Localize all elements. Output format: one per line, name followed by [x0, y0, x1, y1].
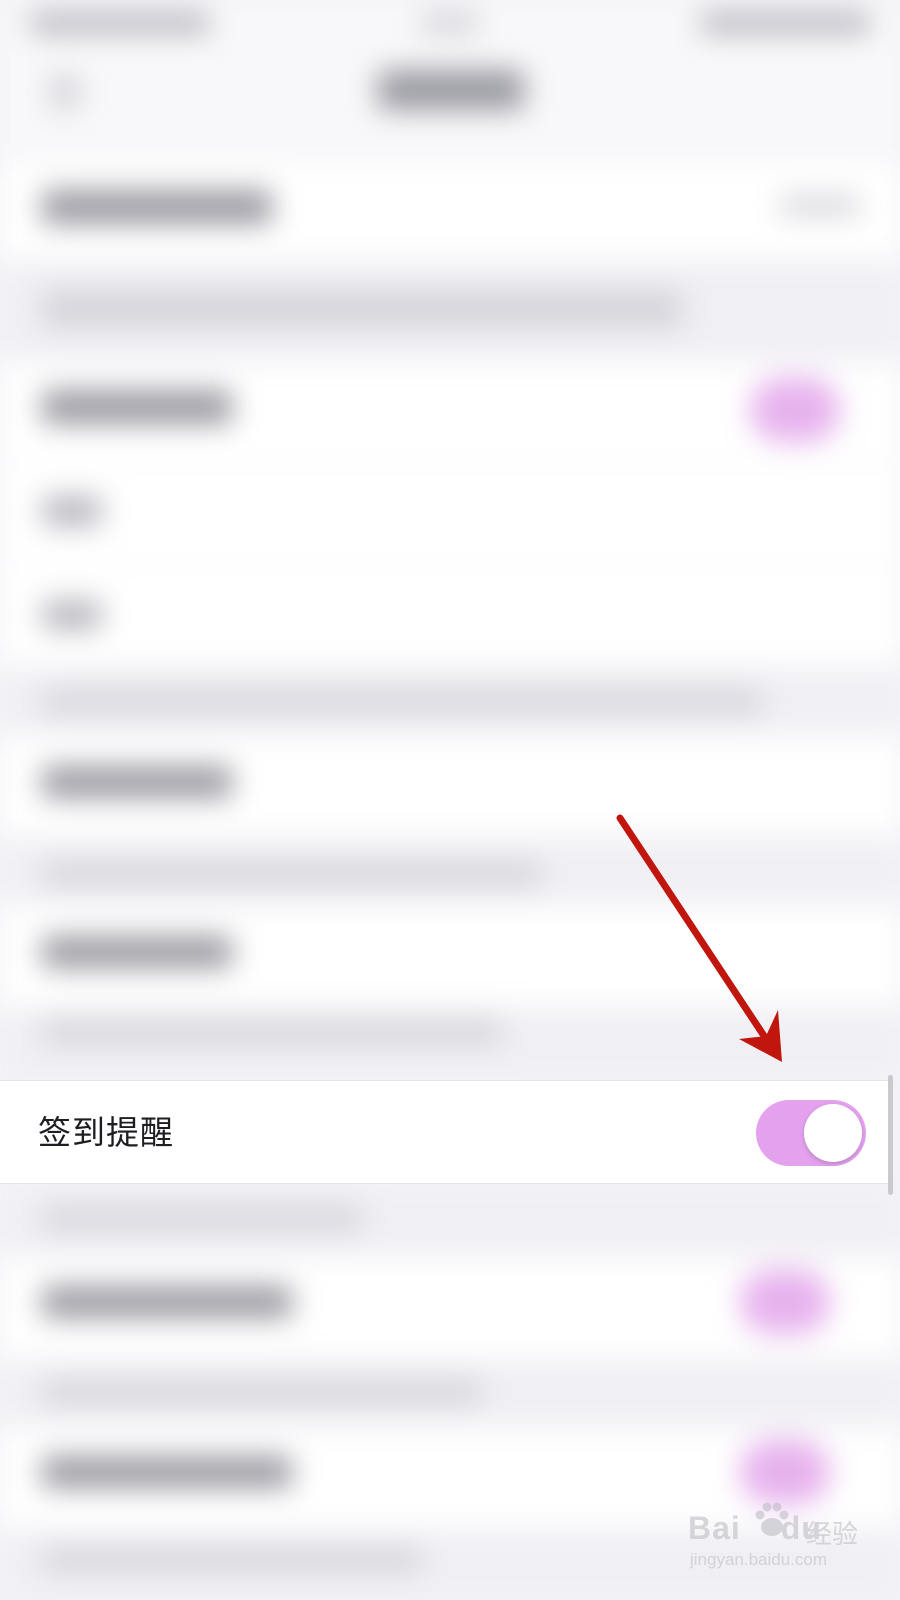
sign-in-reminder-toggle[interactable]: [756, 1100, 866, 1166]
baidu-paw-icon: [755, 1502, 789, 1536]
watermark-brand-left: Bai: [688, 1510, 741, 1546]
scroll-indicator[interactable]: [888, 1075, 893, 1195]
status-bar: [0, 0, 900, 44]
blurred-settings-background: [0, 0, 900, 1600]
watermark-product: 经验: [806, 1520, 859, 1550]
navigation-bar: [0, 44, 900, 154]
watermark-url: jingyan.baidu.com: [690, 1550, 828, 1569]
sign-in-reminder-label: 签到提醒: [38, 1113, 174, 1152]
baidu-jingyan-watermark: Bai du 经验 jingyan.baidu.com: [688, 1500, 868, 1580]
toggle-knob: [804, 1104, 862, 1162]
sign-in-reminder-row: 签到提醒: [0, 1080, 890, 1184]
screen: 签到提醒 Bai du 经验 jingyan.baidu.com: [0, 0, 900, 1600]
